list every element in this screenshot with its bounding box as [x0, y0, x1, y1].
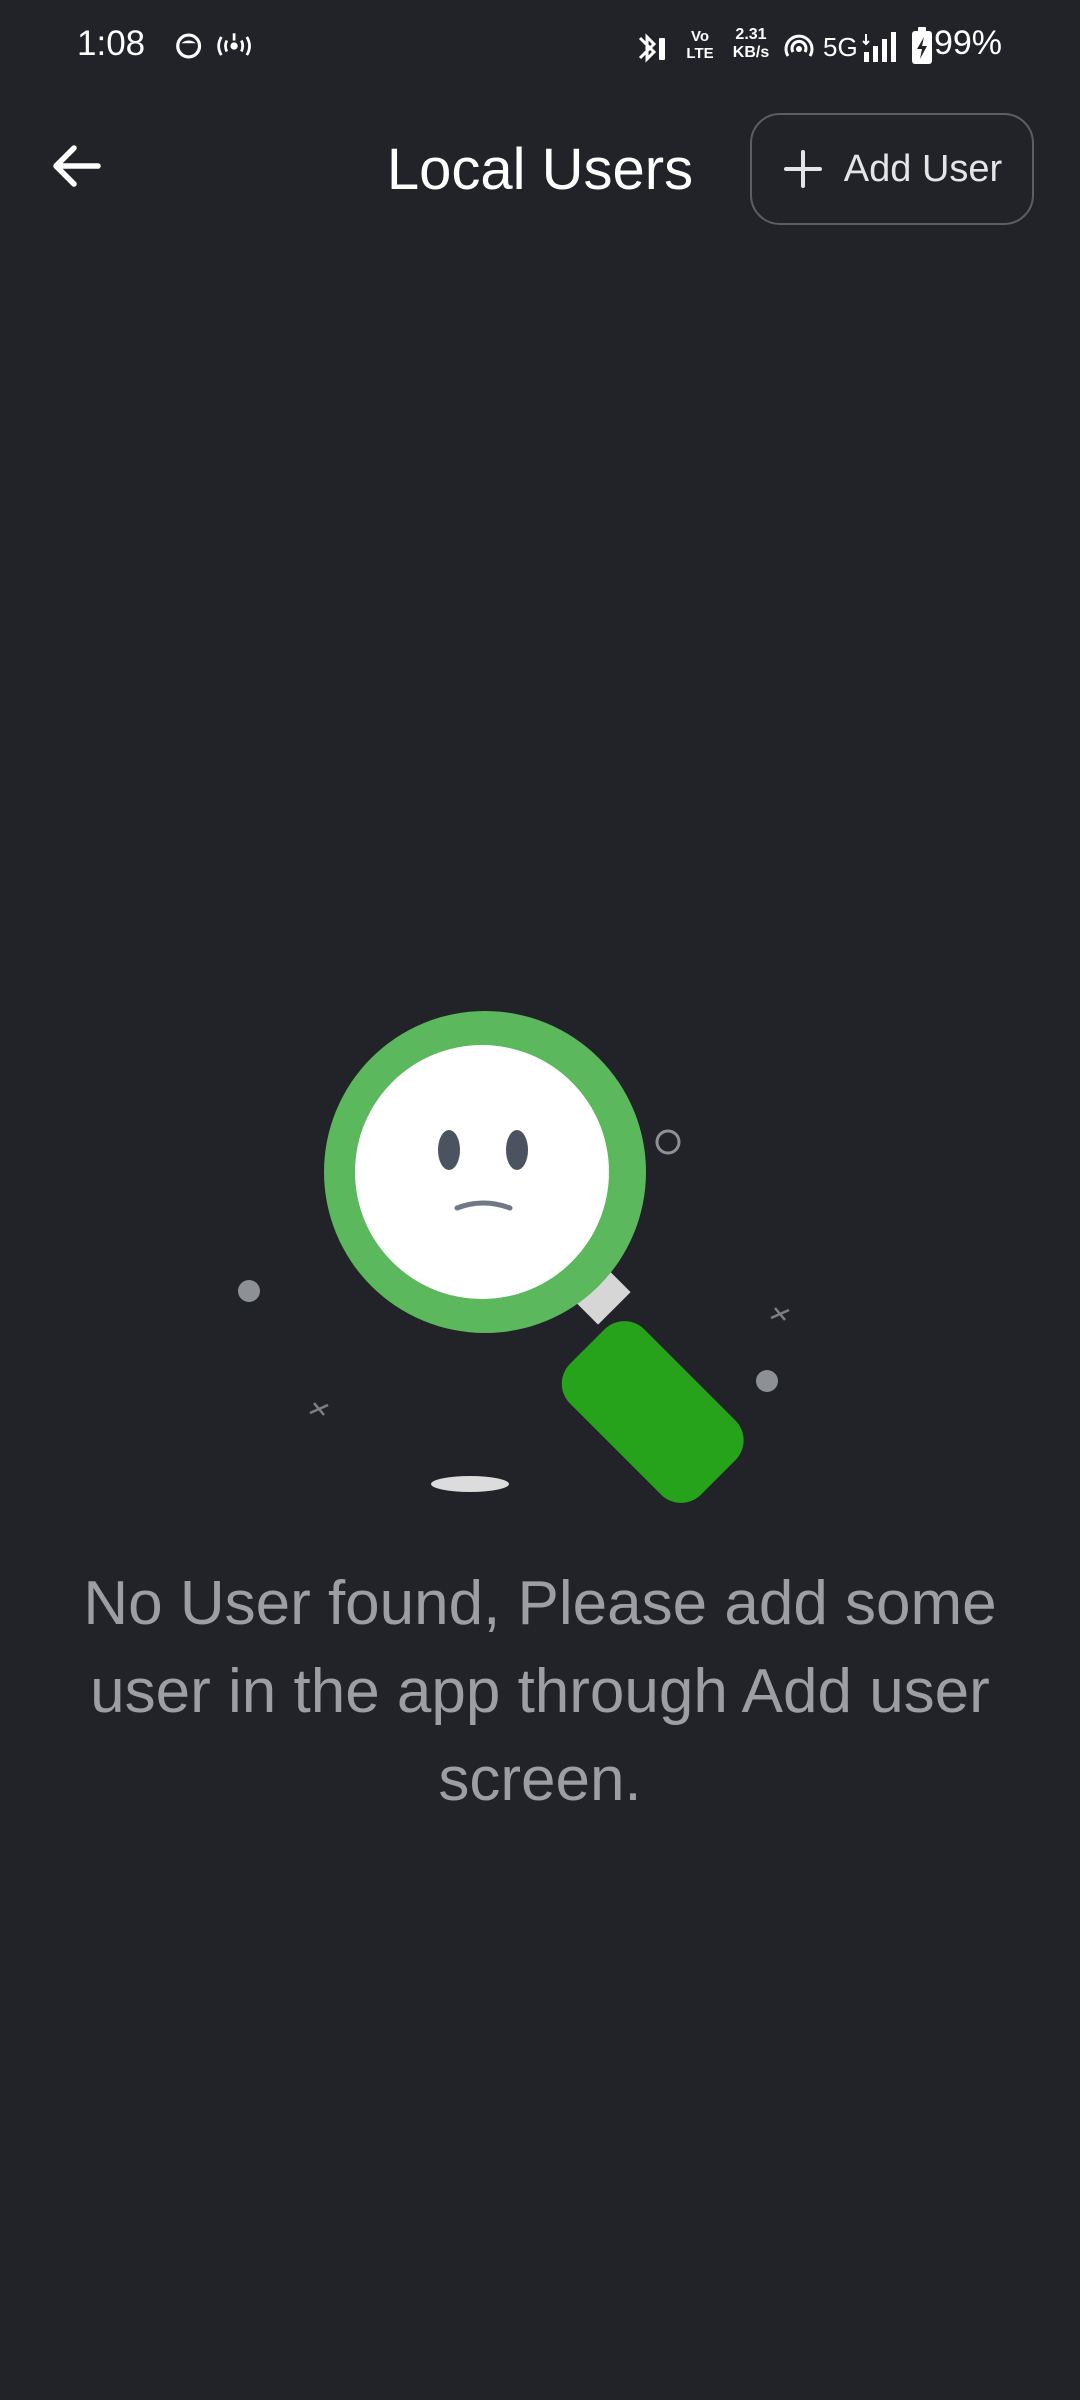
network-speed-unit: KB/s [732, 44, 770, 61]
add-user-button[interactable]: Add User [750, 113, 1034, 225]
empty-search-illustration [238, 1011, 790, 1503]
network-speed-value: 2.31 [735, 26, 767, 43]
network-type: 5G [823, 32, 858, 62]
status-notification-icons [176, 33, 251, 59]
decor-cross [770, 1307, 790, 1321]
add-user-label: Add User [843, 147, 1003, 190]
signal-icon [862, 32, 896, 62]
battery-percent: 99% [933, 24, 1002, 62]
bluetooth-icon [638, 33, 665, 63]
decor-ring [655, 1129, 681, 1155]
back-button[interactable] [40, 130, 112, 202]
decor-dot [238, 1280, 260, 1302]
hotspot-icon [784, 34, 814, 57]
decor-dot [756, 1370, 778, 1392]
magnifier-lens [324, 1011, 646, 1333]
volte-icon: Vo LTE [682, 28, 718, 62]
volte-label-bottom: LTE [686, 45, 714, 62]
plus-icon [783, 150, 822, 188]
volte-label-top: Vo [690, 28, 710, 45]
arrow-left-icon [53, 145, 101, 187]
page-title: Local Users [386, 137, 694, 202]
status-time: 1:08 [77, 24, 146, 63]
broadcast-icon [217, 33, 251, 56]
network-speed: 2.31 KB/s [729, 26, 773, 62]
empty-state-message: No User found, Please add some user in t… [83, 1569, 997, 1814]
battery-charging-icon [912, 27, 932, 64]
decor-cross [309, 1402, 329, 1416]
status-bar: 1:08 Vo LTE 2.31 KB/s 5G 99% [0, 0, 1080, 96]
app-notification-icon [176, 33, 202, 59]
shadow-ellipse [431, 1476, 509, 1492]
